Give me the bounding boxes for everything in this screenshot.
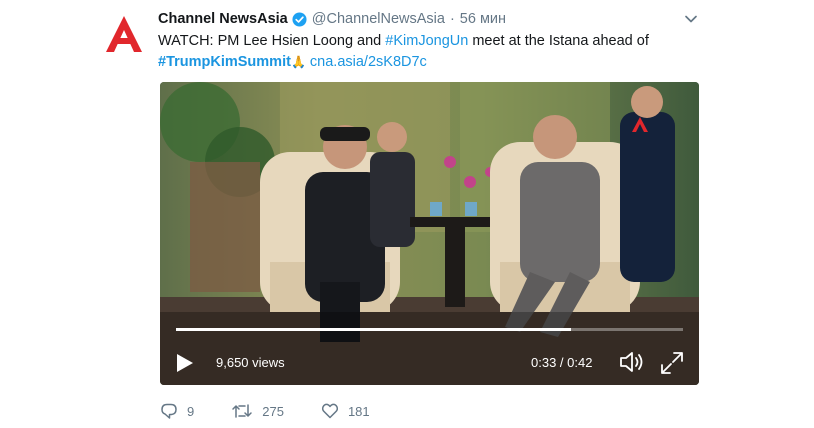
- tweet-text-middle: meet at the Istana ahead of: [468, 33, 649, 49]
- timestamp[interactable]: 56 мин: [460, 11, 506, 27]
- video-frame: [160, 82, 699, 385]
- author-name[interactable]: Channel NewsAsia: [158, 11, 288, 27]
- hashtag-kimjongun[interactable]: #KimJongUn: [385, 33, 468, 49]
- heart-icon: [321, 403, 339, 419]
- tweet-text-prefix: WATCH: PM Lee Hsien Loong and: [158, 33, 386, 49]
- video-progress-bar[interactable]: [176, 328, 683, 331]
- chevron-down-icon[interactable]: [684, 12, 698, 26]
- channel-newsasia-logo: [106, 16, 142, 52]
- retweet-count: 275: [262, 403, 284, 419]
- video-progress-fill: [176, 328, 572, 331]
- video-time: 0:33 / 0:42: [531, 355, 593, 370]
- praying-hands-emoji: 🙏: [290, 55, 306, 69]
- hashtag-trumpkimsummit[interactable]: #TrumpKimSummit: [158, 54, 291, 70]
- play-icon[interactable]: [175, 352, 195, 374]
- avatar[interactable]: [104, 14, 144, 54]
- view-count: 9,650 views: [216, 355, 285, 370]
- separator-dot: ·: [449, 11, 455, 27]
- tweet-text: WATCH: PM Lee Hsien Loong and #KimJongUn…: [158, 31, 698, 73]
- tweet-link[interactable]: cna.asia/2sK8D7c: [310, 54, 427, 70]
- like-button[interactable]: 181: [321, 402, 370, 420]
- tweet-actions: 9 275 181: [160, 400, 407, 422]
- reply-count: 9: [187, 403, 195, 419]
- author-handle[interactable]: @ChannelNewsAsia: [312, 11, 445, 27]
- retweet-icon: [232, 404, 252, 418]
- tweet-header: Channel NewsAsia @ChannelNewsAsia · 56 м…: [158, 9, 506, 29]
- reply-icon: [161, 403, 177, 419]
- reply-button[interactable]: 9: [160, 402, 194, 420]
- like-count: 181: [347, 403, 370, 419]
- fullscreen-icon[interactable]: [659, 350, 685, 376]
- retweet-button[interactable]: 275: [231, 402, 284, 420]
- video-player[interactable]: 9,650 views 0:33 / 0:42: [160, 82, 699, 385]
- volume-icon[interactable]: [619, 350, 645, 374]
- verified-badge-icon: [292, 11, 307, 27]
